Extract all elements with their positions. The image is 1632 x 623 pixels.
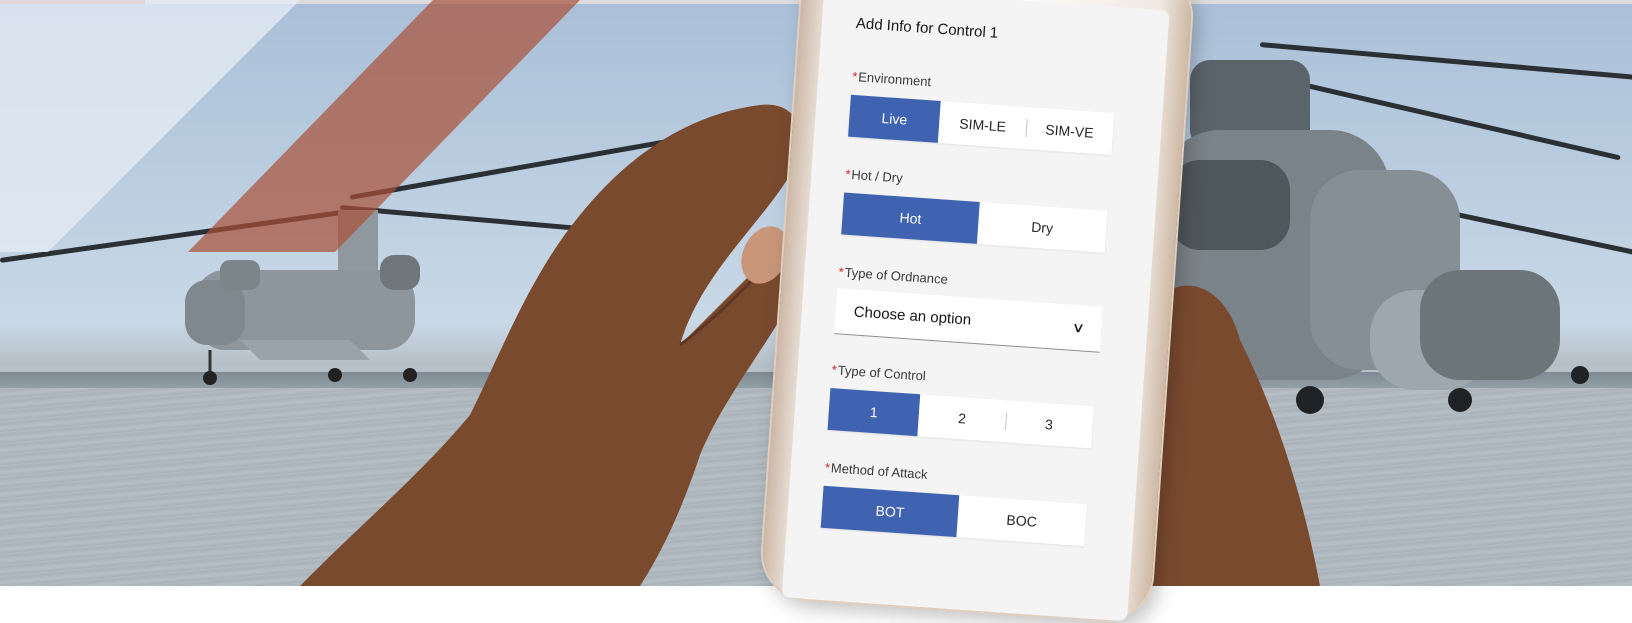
control-type-segmented-control: 1 2 3 bbox=[827, 388, 1094, 449]
hot-dry-segmented-control: Hot Dry bbox=[841, 192, 1108, 253]
ordnance-select-value: Choose an option bbox=[853, 303, 972, 329]
attack-method-option-boc[interactable]: BOC bbox=[956, 495, 1087, 546]
environment-option-sim-ve[interactable]: SIM-VE bbox=[1025, 107, 1115, 155]
attack-method-option-bot[interactable]: BOT bbox=[820, 485, 960, 538]
ordnance-label: *Type of Ordnance bbox=[838, 264, 948, 287]
control-type-option-2[interactable]: 2 bbox=[917, 394, 1007, 442]
phone-screen: Add Info for Control 1 *Environment Live… bbox=[781, 0, 1170, 622]
environment-option-sim-le[interactable]: SIM-LE bbox=[938, 101, 1028, 149]
control-type-option-3[interactable]: 3 bbox=[1004, 400, 1094, 448]
environment-segmented-control: Live SIM-LE SIM-VE bbox=[848, 94, 1115, 156]
attack-method-segmented-control: BOT BOC bbox=[820, 485, 1087, 547]
phone: Add Info for Control 1 *Environment Live… bbox=[759, 0, 1195, 623]
hot-dry-label-text: Hot / Dry bbox=[850, 166, 904, 186]
left-hand bbox=[300, 95, 820, 586]
form-title: Add Info for Control 1 bbox=[855, 14, 999, 42]
ordnance-select[interactable]: Choose an option ∨ bbox=[834, 288, 1103, 353]
hot-dry-option-dry[interactable]: Dry bbox=[977, 202, 1108, 253]
attack-method-label: *Method of Attack bbox=[824, 460, 928, 482]
control-type-option-1[interactable]: 1 bbox=[827, 388, 921, 437]
environment-label-text: Environment bbox=[857, 69, 932, 90]
ordnance-label-text: Type of Ordnance bbox=[844, 264, 949, 287]
control-type-label: *Type of Control bbox=[831, 362, 926, 384]
environment-option-live[interactable]: Live bbox=[848, 94, 941, 143]
environment-label: *Environment bbox=[852, 69, 932, 89]
hot-dry-option-hot[interactable]: Hot bbox=[841, 192, 980, 244]
attack-method-label-text: Method of Attack bbox=[830, 460, 929, 482]
control-type-label-text: Type of Control bbox=[837, 362, 927, 384]
hot-dry-label: *Hot / Dry bbox=[845, 167, 903, 186]
chevron-down-icon: ∨ bbox=[1070, 318, 1086, 336]
